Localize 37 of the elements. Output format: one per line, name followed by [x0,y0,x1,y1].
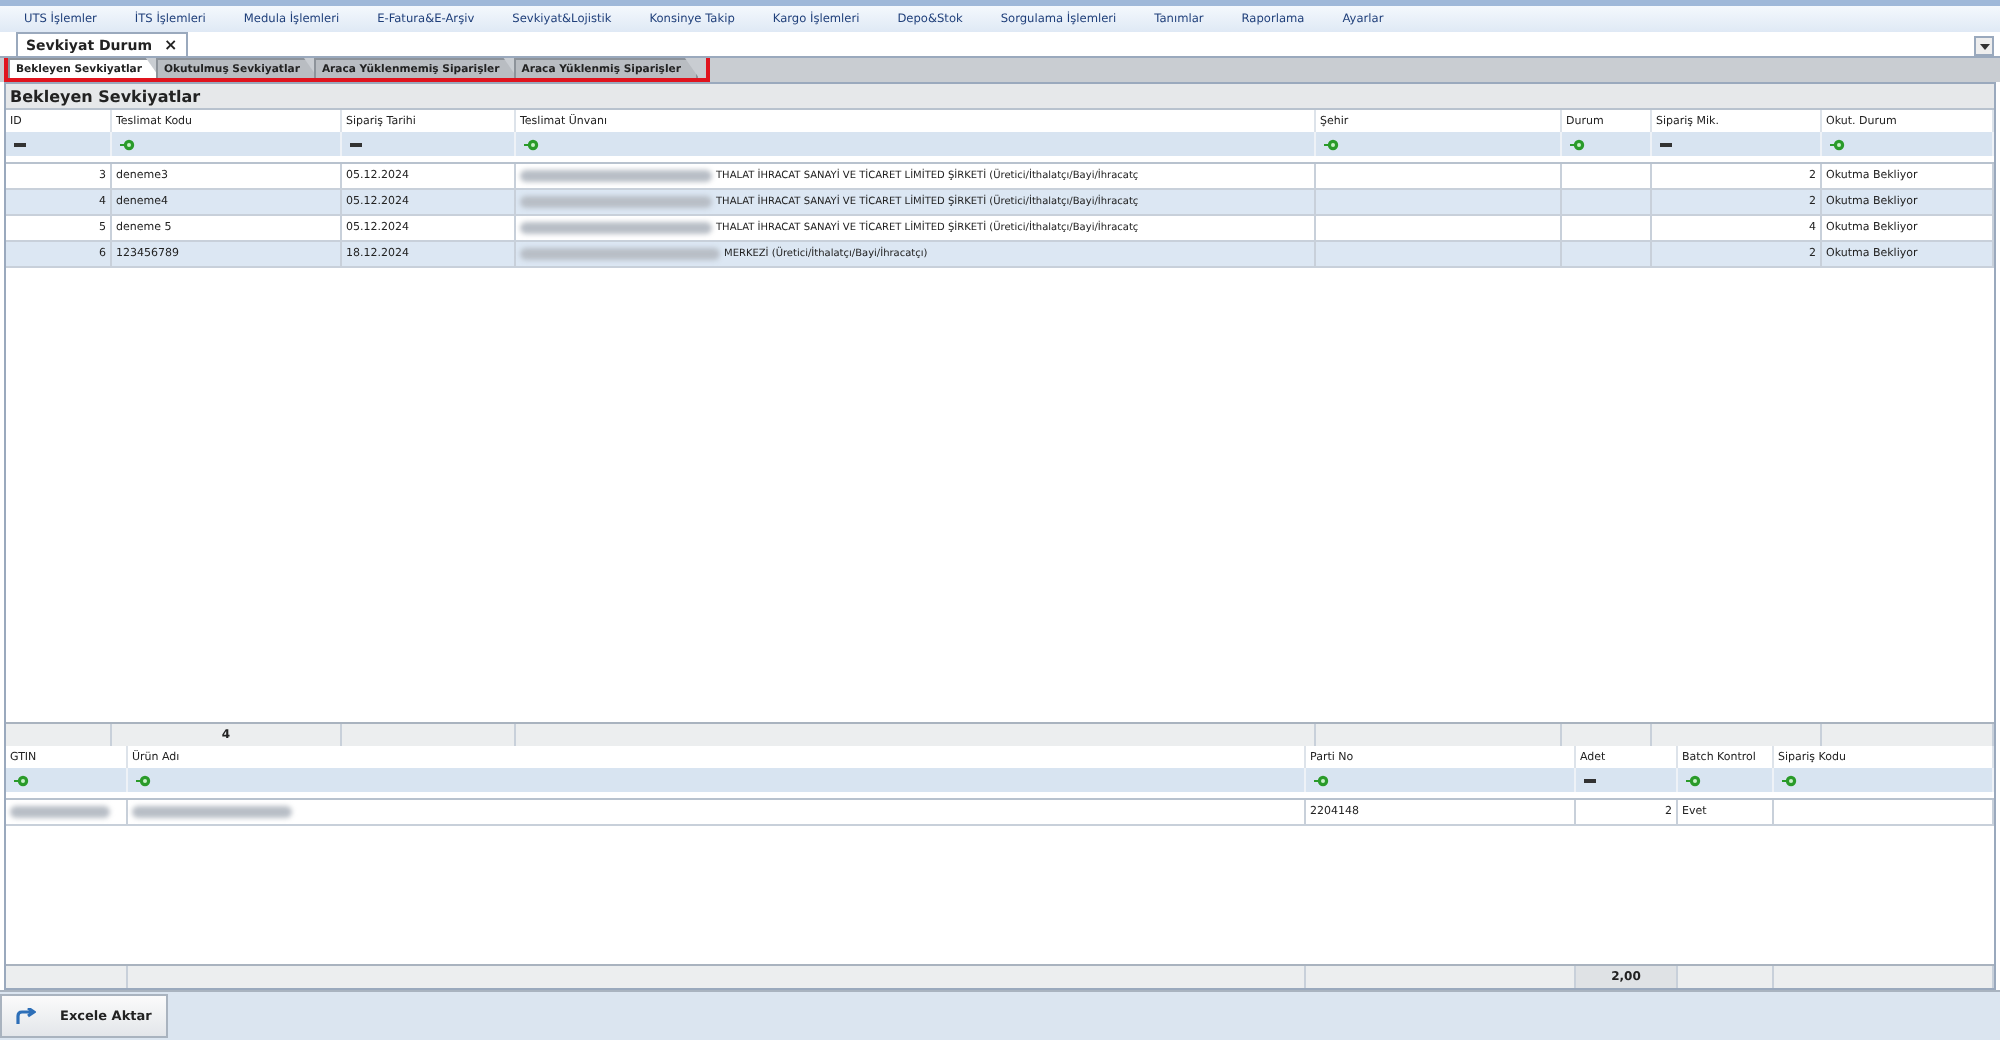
equals-filter-icon[interactable] [1584,777,1596,783]
filter-cell[interactable] [1576,768,1678,792]
export-arrow-icon [14,1007,36,1025]
filter-icon[interactable] [14,773,30,787]
filter-cell[interactable] [1316,132,1562,156]
filter-cell[interactable] [342,132,516,156]
filter-icon[interactable] [136,773,152,787]
dropdown-button[interactable] [1974,36,1994,56]
filter-cell[interactable] [1774,768,1994,792]
equals-filter-icon[interactable] [1660,141,1672,147]
grid-title: Bekleyen Sevkiyatlar [6,84,1994,110]
table-cell [1562,216,1652,242]
close-button[interactable]: × [164,36,178,54]
filter-cell[interactable] [1306,768,1576,792]
filter-cell[interactable] [128,768,1306,792]
filter-icon[interactable] [1782,773,1798,787]
table-cell [1562,242,1652,268]
table-cell [1562,164,1652,190]
filter-icon[interactable] [1324,137,1340,151]
equals-filter-icon[interactable] [350,141,362,147]
filter-cell[interactable] [1678,768,1774,792]
equals-filter-icon[interactable] [14,141,26,147]
filter-icon[interactable] [1314,773,1330,787]
filter-icon[interactable] [1686,773,1702,787]
filter-icon[interactable] [524,137,540,151]
filter-cell[interactable] [516,132,1316,156]
filter-cell[interactable] [6,768,128,792]
filter-cell[interactable] [1562,132,1652,156]
table-cell [1562,190,1652,216]
filter-cell[interactable] [1822,132,1994,156]
caret-icon [1979,43,1989,49]
filter-cell[interactable] [1652,132,1822,156]
filter-icon[interactable] [120,137,136,151]
filter-icon[interactable] [1570,137,1586,151]
filter-cell[interactable] [6,132,112,156]
filter-cell[interactable] [112,132,342,156]
filter-icon[interactable] [1830,137,1846,151]
